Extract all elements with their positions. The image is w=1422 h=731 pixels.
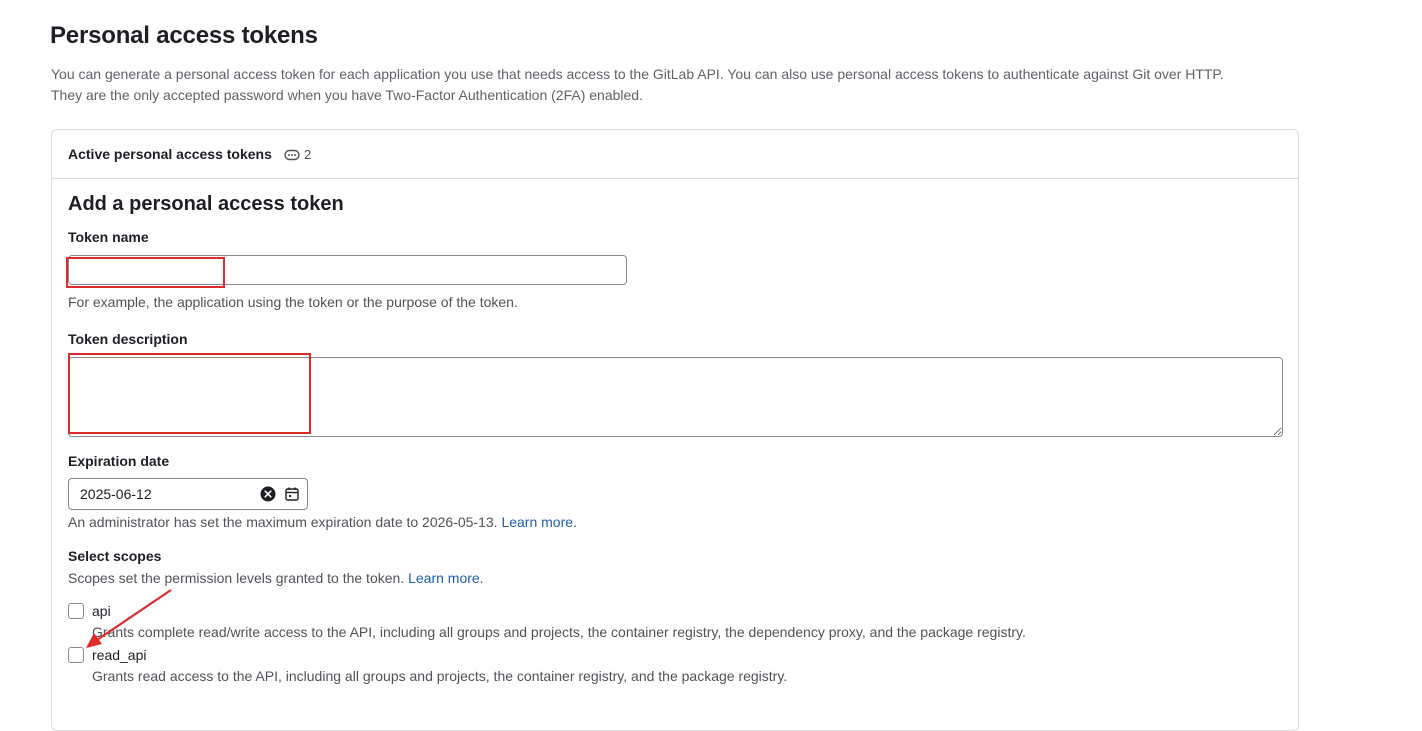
active-tokens-count-badge: 2 (284, 147, 311, 162)
token-icon (284, 149, 300, 160)
expiration-learn-more-link[interactable]: Learn more. (501, 514, 576, 530)
active-tokens-title: Active personal access tokens (68, 146, 272, 162)
scope-read-api-label[interactable]: read_api (92, 647, 147, 663)
expiration-date-value: 2025-06-12 (80, 486, 152, 502)
expiration-help: An administrator has set the maximum exp… (68, 514, 577, 530)
expiration-date-field[interactable]: 2025-06-12 (68, 478, 308, 510)
expiration-help-text: An administrator has set the maximum exp… (68, 514, 498, 530)
add-token-title: Add a personal access token (68, 193, 344, 215)
scope-read-api-checkbox[interactable] (68, 647, 84, 663)
tokens-card: Active personal access tokens 2 Add a pe… (51, 129, 1299, 731)
scope-api-description: Grants complete read/write access to the… (92, 624, 1026, 640)
scopes-learn-more-link[interactable]: Learn more. (408, 570, 483, 586)
token-name-label: Token name (68, 229, 149, 245)
scope-api-label[interactable]: api (92, 603, 111, 619)
expiration-date-label: Expiration date (68, 453, 170, 469)
token-description-label: Token description (68, 331, 188, 347)
card-header: Active personal access tokens 2 (52, 130, 1298, 179)
scope-read-api-description: Grants read access to the API, including… (92, 668, 788, 684)
token-name-input[interactable] (68, 255, 627, 285)
page-description-line-2: They are the only accepted password when… (51, 87, 643, 103)
page-description: You can generate a personal access token… (51, 64, 1321, 106)
scope-api-checkbox[interactable] (68, 603, 84, 619)
calendar-icon[interactable] (284, 486, 300, 502)
clear-icon[interactable] (260, 486, 276, 502)
page-description-line-1: You can generate a personal access token… (51, 66, 1224, 82)
scopes-help-text: Scopes set the permission levels granted… (68, 570, 405, 586)
token-name-help: For example, the application using the t… (68, 294, 518, 310)
active-tokens-count: 2 (304, 147, 312, 162)
page-title: Personal access tokens (50, 22, 318, 49)
select-scopes-label: Select scopes (68, 548, 162, 564)
token-description-textarea[interactable] (68, 357, 1283, 437)
scopes-help: Scopes set the permission levels granted… (68, 570, 484, 586)
